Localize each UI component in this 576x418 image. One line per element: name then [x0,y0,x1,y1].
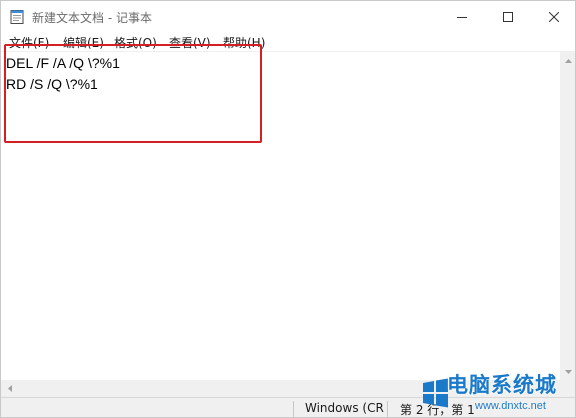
notepad-window: 新建文本文档 - 记事本 文件(F) 编辑(E) 格式(O) 查看(V) 帮助(… [0,0,576,418]
maximize-icon [503,11,513,22]
highlight-annotation [4,44,262,143]
status-separator [387,401,388,417]
title-bar[interactable]: 新建文本文档 - 记事本 [1,1,575,32]
arrow-up-icon [565,58,572,63]
window-title: 新建文本文档 - 记事本 [32,11,152,25]
minimize-button[interactable] [439,1,485,32]
close-button[interactable] [531,1,575,32]
scroll-left-button[interactable] [1,380,18,397]
arrow-left-icon [7,385,12,392]
site-watermark: 电脑系统城 www.dnxtc.net [419,369,575,417]
maximize-button[interactable] [485,1,531,32]
vertical-scrollbar[interactable] [560,52,575,380]
close-icon [549,11,559,22]
scroll-up-button[interactable] [560,52,575,69]
windows-logo-icon [423,378,448,408]
status-separator [293,401,294,417]
notepad-icon [10,9,24,24]
watermark-url: www.dnxtc.net [475,400,546,412]
watermark-brand: 电脑系统城 [447,373,557,397]
status-encoding: Windows (CR [305,401,384,415]
minimize-icon [457,16,467,18]
